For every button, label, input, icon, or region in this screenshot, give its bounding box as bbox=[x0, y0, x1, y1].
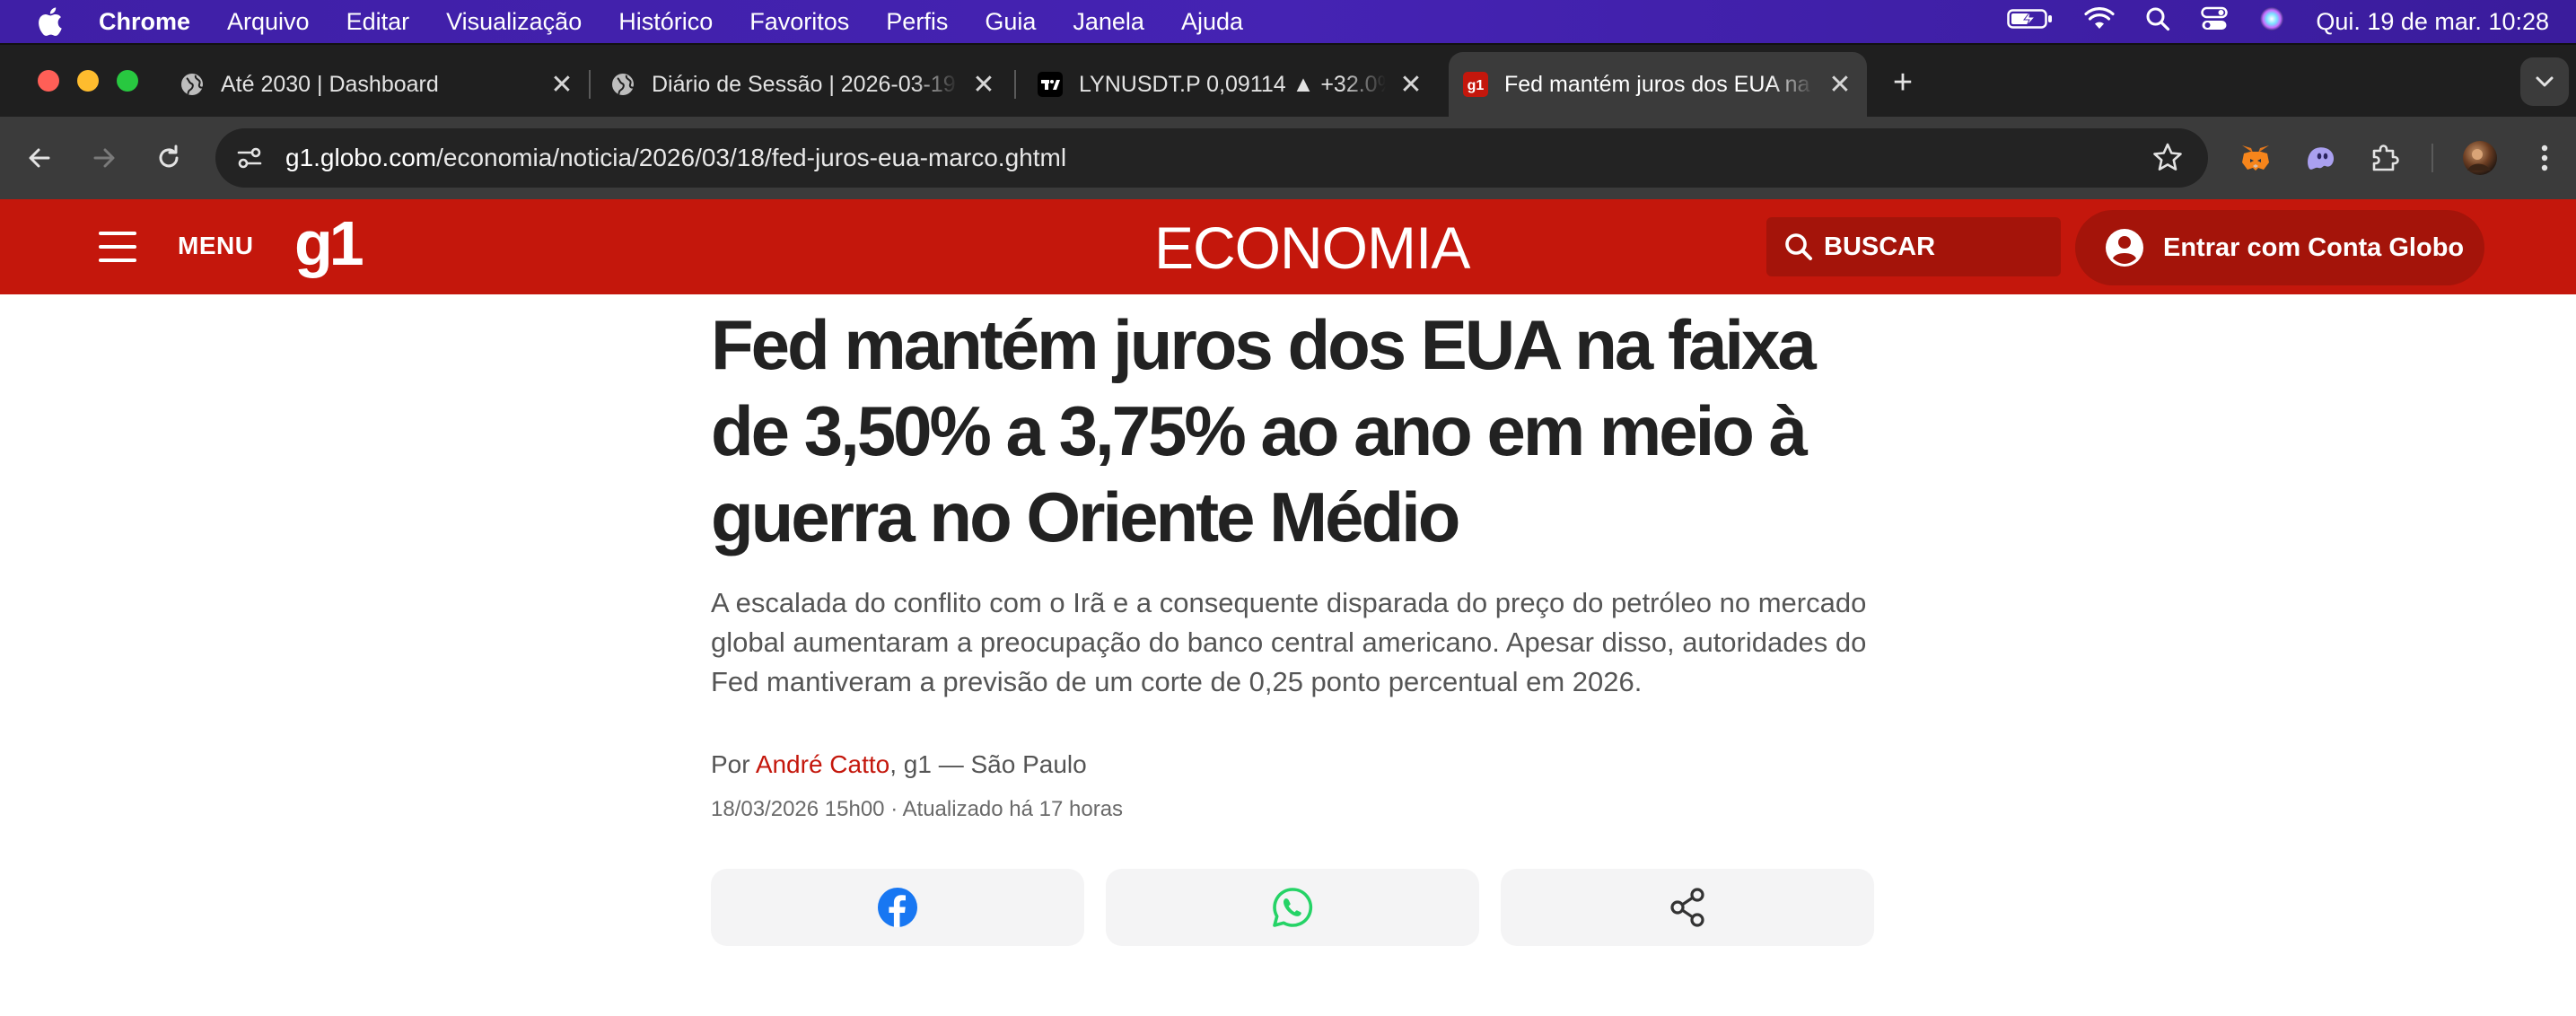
chevron-down-icon bbox=[2536, 76, 2554, 87]
toolbar-separator bbox=[2431, 144, 2433, 172]
chrome-menu-icon[interactable] bbox=[2526, 139, 2563, 177]
tab-search-button[interactable] bbox=[2520, 57, 2569, 106]
share-generic-button[interactable] bbox=[1501, 869, 1874, 946]
zoom-window-button[interactable] bbox=[117, 70, 138, 92]
siri-icon[interactable] bbox=[2258, 5, 2285, 39]
menu-ajuda[interactable]: Ajuda bbox=[1181, 8, 1243, 36]
user-account-icon bbox=[2104, 227, 2145, 268]
profile-avatar[interactable] bbox=[2461, 139, 2499, 177]
menu-janela[interactable]: Janela bbox=[1073, 8, 1144, 36]
url-host: g1.globo.com bbox=[285, 144, 437, 171]
share-icon bbox=[1670, 888, 1704, 927]
svg-text:g1: g1 bbox=[1468, 78, 1485, 93]
tab-title: Diário de Sessão | 2026-03-19 bbox=[652, 71, 956, 97]
byline-prefix: Por bbox=[711, 750, 756, 778]
close-tab-icon[interactable]: ✕ bbox=[546, 68, 578, 101]
close-tab-icon[interactable]: ✕ bbox=[1824, 68, 1856, 101]
macos-menu-bar: Chrome Arquivo Editar Visualização Histó… bbox=[0, 0, 2576, 43]
url-path: /economia/noticia/2026/03/18/fed-juros-e… bbox=[436, 144, 1067, 171]
tab-fed-mantem-juros[interactable]: g1 Fed mantém juros dos EUA na faixa ✕ bbox=[1449, 52, 1867, 117]
share-facebook-button[interactable] bbox=[711, 869, 1084, 946]
menu-visualizacao[interactable]: Visualização bbox=[446, 8, 582, 36]
facebook-icon bbox=[878, 888, 917, 927]
minimize-window-button[interactable] bbox=[77, 70, 99, 92]
menu-arquivo[interactable]: Arquivo bbox=[227, 8, 310, 36]
ghost-extension-icon[interactable] bbox=[2301, 139, 2339, 177]
arrow-right-icon bbox=[93, 148, 115, 168]
search-button[interactable]: BUSCAR bbox=[1766, 217, 2061, 276]
login-button[interactable]: Entrar com Conta Globo bbox=[2075, 210, 2484, 285]
menu-button[interactable]: MENU bbox=[178, 232, 253, 260]
g1-logo[interactable]: g1 bbox=[294, 212, 364, 275]
menubar-clock[interactable]: Qui. 19 de mar. 10:28 bbox=[2316, 8, 2549, 36]
author-link[interactable]: André Catto bbox=[756, 750, 889, 778]
url-text: g1.globo.com/economia/noticia/2026/03/18… bbox=[285, 144, 1066, 172]
new-tab-button[interactable]: + bbox=[1885, 64, 1921, 101]
menu-guia[interactable]: Guia bbox=[985, 8, 1036, 36]
login-label: Entrar com Conta Globo bbox=[2163, 232, 2465, 262]
extensions-puzzle-icon[interactable] bbox=[2366, 139, 2404, 177]
g1-icon: g1 bbox=[1463, 72, 1488, 97]
wifi-icon[interactable] bbox=[2084, 6, 2115, 37]
back-button[interactable] bbox=[18, 136, 61, 180]
site-settings-icon[interactable] bbox=[232, 140, 267, 176]
spotlight-search-icon[interactable] bbox=[2145, 6, 2170, 38]
tab-separator bbox=[1014, 70, 1016, 99]
window-controls bbox=[38, 70, 138, 92]
search-label: BUSCAR bbox=[1824, 232, 1936, 261]
section-title[interactable]: ECONOMIA bbox=[1154, 214, 1470, 282]
tab-title: LYNUSDT.P 0,09114 ▲ +32.0% bbox=[1079, 71, 1386, 97]
bookmark-star-icon[interactable] bbox=[2151, 141, 2185, 175]
tab-separator bbox=[589, 70, 591, 99]
globe-icon bbox=[610, 72, 635, 97]
menu-editar[interactable]: Editar bbox=[346, 8, 410, 36]
search-icon bbox=[1781, 229, 1817, 265]
menu-app-chrome[interactable]: Chrome bbox=[99, 8, 190, 36]
apple-logo-icon[interactable] bbox=[36, 6, 63, 37]
tab-lynusdt[interactable]: LYNUSDT.P 0,09114 ▲ +32.0% ✕ bbox=[1038, 52, 1427, 117]
article-headline: Fed mantém juros dos EUA na faixa de 3,5… bbox=[711, 305, 1817, 556]
close-window-button[interactable] bbox=[38, 70, 59, 92]
tab-title: Até 2030 | Dashboard bbox=[221, 71, 439, 97]
menu-perfis[interactable]: Perfis bbox=[886, 8, 948, 36]
forward-button[interactable] bbox=[83, 136, 126, 180]
reload-button[interactable] bbox=[147, 136, 190, 180]
article-dateline: 18/03/2026 15h00 · Atualizado há 17 hora… bbox=[711, 797, 1124, 821]
battery-charging-icon[interactable] bbox=[2007, 7, 2054, 37]
article-subtitle: A escalada do conflito com o Irã e a con… bbox=[711, 587, 1867, 697]
globe-icon bbox=[180, 72, 205, 97]
tradingview-icon bbox=[1038, 72, 1063, 97]
byline-suffix: , g1 — São Paulo bbox=[889, 750, 1087, 778]
address-bar[interactable]: g1.globo.com/economia/noticia/2026/03/18… bbox=[215, 128, 2208, 188]
menu-favoritos[interactable]: Favoritos bbox=[749, 8, 849, 36]
tab-diario-de-sessao[interactable]: Diário de Sessão | 2026-03-19 ✕ bbox=[610, 52, 1000, 117]
close-tab-icon[interactable]: ✕ bbox=[968, 68, 1000, 101]
tab-ate-2030-dashboard[interactable]: Até 2030 | Dashboard ✕ bbox=[180, 52, 578, 117]
tab-title: Fed mantém juros dos EUA na faixa bbox=[1504, 71, 1815, 97]
arrow-left-icon bbox=[29, 148, 50, 168]
control-center-icon[interactable] bbox=[2201, 6, 2229, 38]
reload-icon bbox=[159, 145, 179, 168]
whatsapp-icon bbox=[1273, 888, 1313, 927]
article: Fed mantém juros dos EUA na faixa de 3,5… bbox=[711, 296, 1874, 822]
metamask-extension-icon[interactable] bbox=[2237, 139, 2274, 177]
article-byline: Por André Catto, g1 — São Paulo bbox=[711, 750, 1874, 779]
menu-historico[interactable]: Histórico bbox=[618, 8, 713, 36]
close-tab-icon[interactable]: ✕ bbox=[1395, 68, 1427, 101]
hamburger-menu-icon[interactable] bbox=[99, 232, 136, 262]
share-whatsapp-button[interactable] bbox=[1106, 869, 1479, 946]
